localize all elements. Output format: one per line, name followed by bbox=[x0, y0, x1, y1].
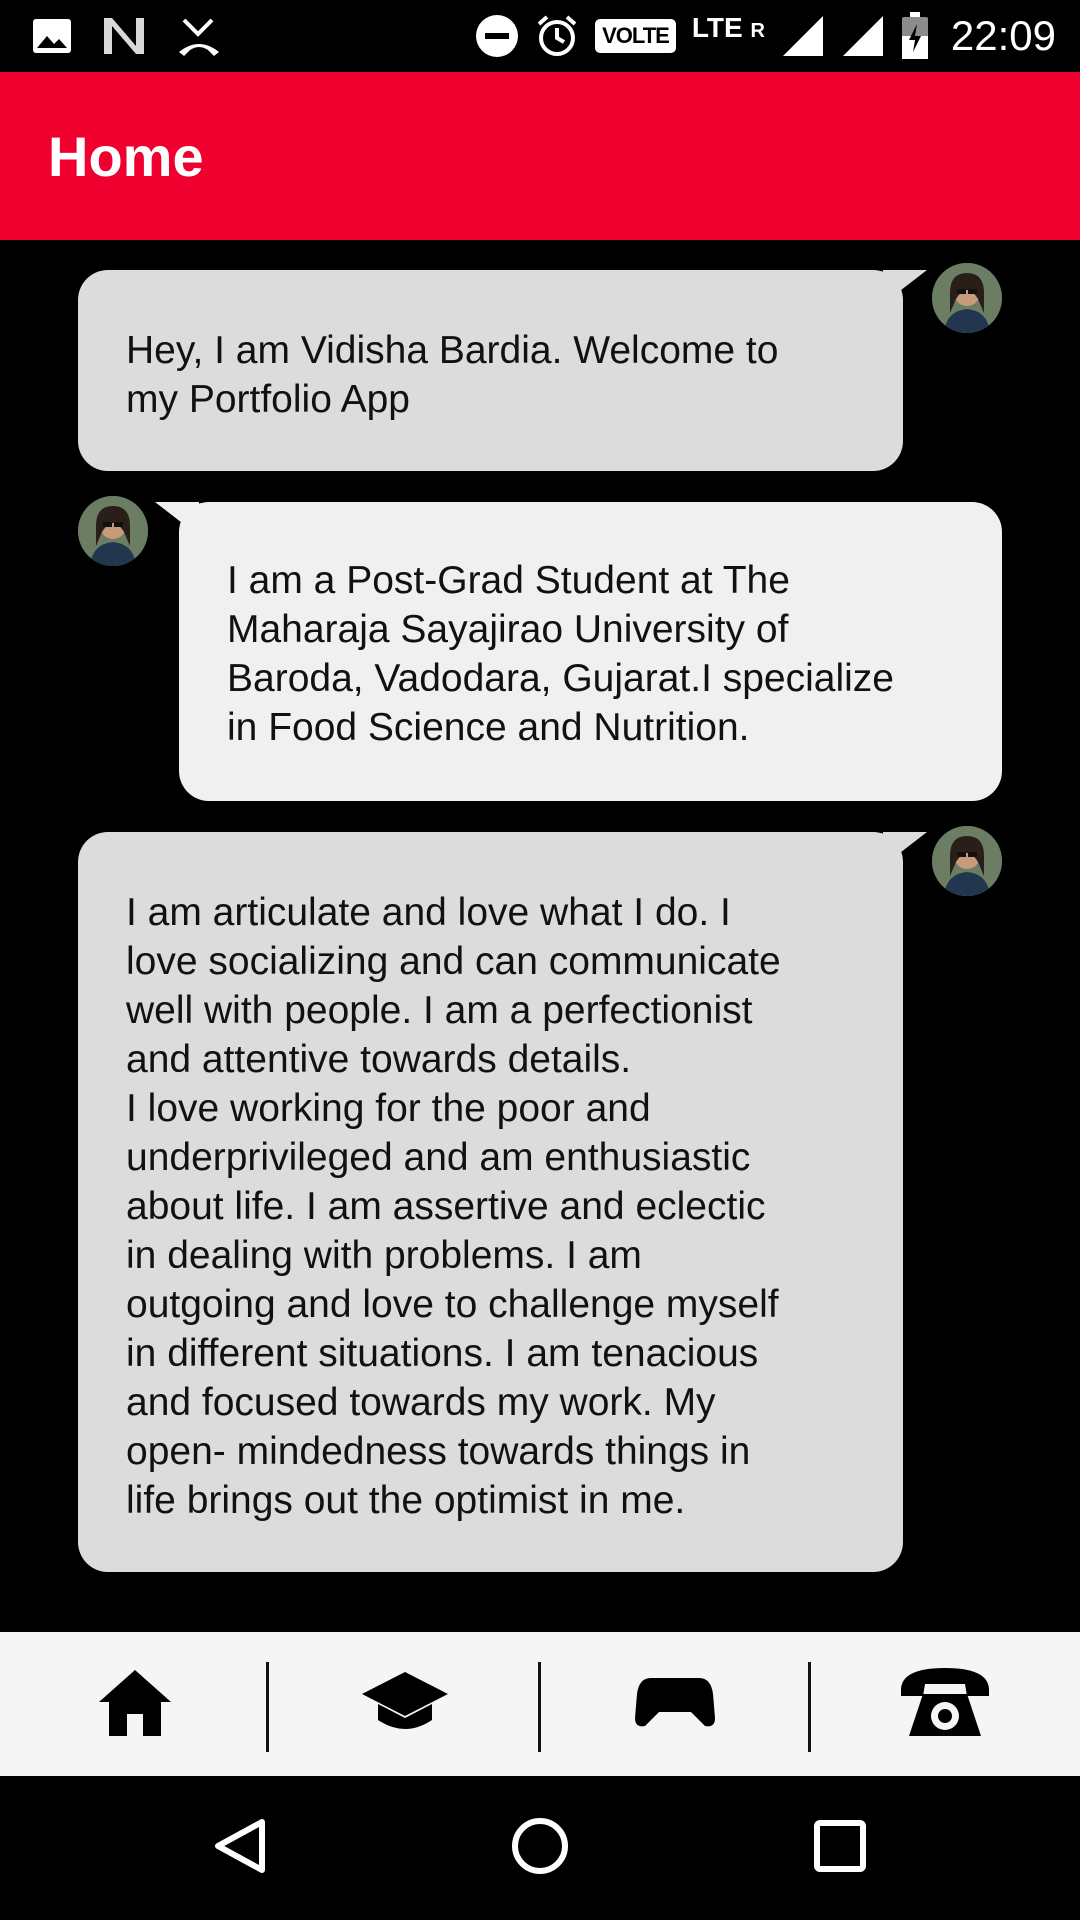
missed-call-icon bbox=[176, 16, 222, 56]
nav-divider bbox=[266, 1662, 269, 1752]
system-navigation-bar bbox=[0, 1776, 1080, 1920]
chat-bubble: I am articulate and love what I do. I lo… bbox=[78, 832, 927, 1572]
nav-contact-button[interactable] bbox=[810, 1632, 1080, 1776]
nav-games-button[interactable] bbox=[540, 1632, 810, 1776]
home-icon bbox=[95, 1666, 175, 1743]
signal-icon bbox=[781, 14, 825, 58]
avatar bbox=[78, 496, 148, 566]
do-not-disturb-icon bbox=[475, 14, 519, 58]
gamepad-icon bbox=[635, 1674, 715, 1735]
chat-bubble: I am a Post-Grad Student at The Maharaja… bbox=[155, 502, 1002, 801]
app-bar: Home bbox=[0, 72, 1080, 240]
message-text: Hey, I am Vidisha Bardia. Welcome to my … bbox=[126, 329, 779, 421]
bottom-navigation bbox=[0, 1632, 1080, 1776]
status-bar: VOLTE LTE R 22:09 bbox=[0, 0, 1080, 72]
bubble-tail bbox=[155, 502, 199, 536]
battery-icon bbox=[901, 12, 929, 60]
image-icon bbox=[32, 18, 72, 54]
back-button[interactable] bbox=[200, 1808, 280, 1888]
clock: 22:09 bbox=[950, 12, 1056, 59]
avatar bbox=[932, 826, 1002, 896]
recents-icon bbox=[812, 1818, 868, 1879]
nav-education-button[interactable] bbox=[270, 1632, 540, 1776]
status-right-icons: VOLTE LTE R 22:09 bbox=[475, 10, 1056, 62]
lte-label: LTE R bbox=[691, 12, 765, 43]
alarm-icon bbox=[535, 14, 579, 58]
n-icon bbox=[102, 16, 146, 56]
message-text: I am a Post-Grad Student at The Maharaja… bbox=[227, 559, 894, 749]
avatar bbox=[932, 263, 1002, 333]
nav-home-button[interactable] bbox=[0, 1632, 270, 1776]
home-circle-icon bbox=[510, 1816, 570, 1881]
bubble-tail bbox=[883, 270, 927, 304]
volte-icon: VOLTE bbox=[595, 19, 676, 53]
telephone-icon bbox=[897, 1664, 993, 1745]
bubble-tail bbox=[883, 832, 927, 866]
message-text: I am articulate and love what I do. I lo… bbox=[126, 891, 781, 1522]
graduation-cap-icon bbox=[360, 1666, 450, 1743]
page-title: Home bbox=[48, 125, 204, 188]
signal-icon bbox=[841, 14, 885, 58]
recents-button[interactable] bbox=[800, 1808, 880, 1888]
home-system-button[interactable] bbox=[500, 1808, 580, 1888]
chat-bubble: Hey, I am Vidisha Bardia. Welcome to my … bbox=[78, 270, 927, 471]
back-icon bbox=[210, 1816, 270, 1881]
status-left-icons bbox=[32, 14, 222, 58]
